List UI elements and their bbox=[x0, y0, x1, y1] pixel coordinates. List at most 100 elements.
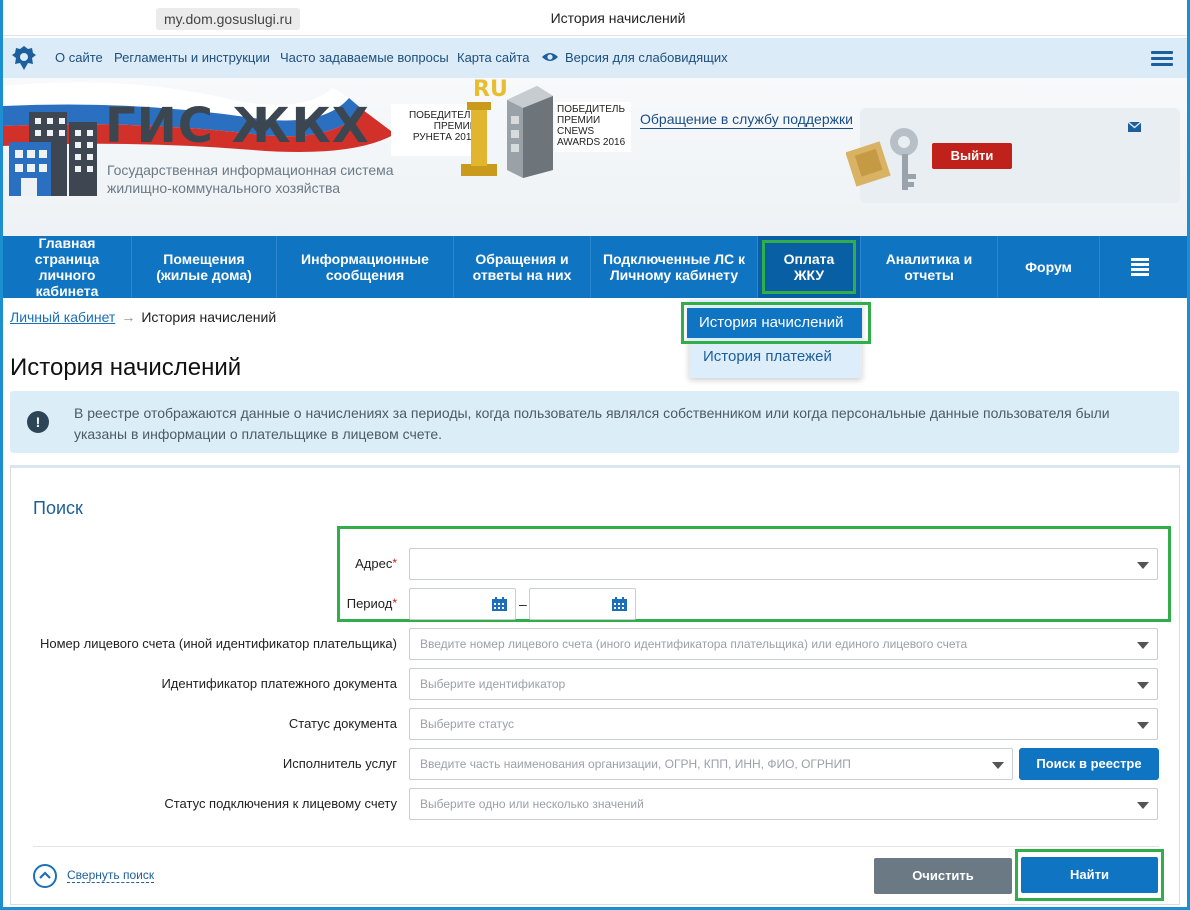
coat-of-arms-icon bbox=[12, 46, 36, 70]
breadcrumb-arrow: → bbox=[121, 309, 136, 325]
status-select[interactable]: Выберите статус bbox=[409, 708, 1158, 740]
window-title: История начислений bbox=[550, 10, 686, 26]
award-cnews-line: CNEWS bbox=[557, 126, 595, 137]
site-header: ГИС ЖКХ Государственная информационная с… bbox=[3, 78, 1187, 236]
support-link[interactable]: Обращение в службу поддержки bbox=[640, 111, 853, 129]
nav-item-forum[interactable]: Форум bbox=[998, 236, 1100, 298]
address-label: Адрес* bbox=[355, 556, 397, 571]
account-placeholder: Введите номер лицевого счета (иного иден… bbox=[420, 637, 968, 651]
docid-select[interactable]: Выберите идентификатор bbox=[409, 668, 1158, 700]
connection-select[interactable]: Выберите одно или несколько значений bbox=[409, 788, 1158, 820]
period-label-text: Период bbox=[346, 596, 393, 611]
cnews-award-icon bbox=[507, 86, 553, 178]
alert-text: В реестре отображаются данные о начислен… bbox=[74, 405, 1110, 442]
top-info-bar: О сайте Регламенты и инструкции Часто за… bbox=[3, 38, 1187, 78]
topbar-link-about[interactable]: О сайте bbox=[55, 50, 103, 65]
nav-item-home[interactable]: Главная страница личного кабинета bbox=[3, 235, 132, 299]
required-mark: * bbox=[392, 596, 397, 610]
menu-item-charges-history[interactable]: История начислений bbox=[687, 308, 862, 338]
chevron-up-icon[interactable] bbox=[33, 864, 57, 888]
nav-item-messages[interactable]: Информационные сообщения bbox=[277, 236, 454, 298]
search-panel: Поиск Адрес* Период* – Номер лицевого сч… bbox=[10, 465, 1180, 905]
provider-placeholder: Введите часть наименования организации, … bbox=[420, 757, 851, 771]
nav-item-label: Обращения и ответы на них bbox=[472, 251, 572, 283]
chevron-down-icon bbox=[1137, 802, 1149, 809]
provider-select[interactable]: Введите часть наименования организации, … bbox=[409, 748, 1013, 780]
nav-item-label: Аналитика и отчеты bbox=[885, 251, 973, 283]
main-nav: Главная страница личного кабинета Помеще… bbox=[3, 235, 1187, 299]
topbar-link-accessibility[interactable]: Версия для слабовидящих bbox=[565, 50, 728, 65]
browser-bar: my.dom.gosuslugi.ru История начислений bbox=[0, 0, 1190, 36]
status-placeholder: Выберите статус bbox=[420, 717, 515, 731]
logo-subtitle-line1: Государственная информационная система bbox=[107, 162, 394, 178]
chevron-down-icon bbox=[1137, 562, 1149, 569]
docid-label: Идентификатор платежного документа bbox=[161, 676, 397, 691]
page-title: История начислений bbox=[10, 354, 242, 381]
award-cnews-line: ПОБЕДИТЕЛЬ bbox=[557, 104, 626, 115]
calendar-icon[interactable] bbox=[612, 597, 627, 611]
topbar-link-faq[interactable]: Часто задаваемые вопросы bbox=[280, 50, 449, 65]
find-button[interactable]: Найти bbox=[1021, 857, 1158, 893]
chevron-down-icon bbox=[1137, 722, 1149, 729]
nav-item-label: Оплата ЖКУ bbox=[762, 240, 856, 294]
period-from-input[interactable] bbox=[409, 588, 516, 620]
registry-search-button[interactable]: Поиск в реестре bbox=[1019, 748, 1159, 780]
nav-item-label: Подключенные ЛС к Личному кабинету bbox=[602, 251, 746, 283]
highlight-box: Найти bbox=[1015, 849, 1164, 901]
divider bbox=[33, 846, 1159, 847]
nav-item-label: Главная страница личного кабинета bbox=[34, 235, 100, 299]
nav-item-label: Информационные сообщения bbox=[301, 251, 429, 283]
info-alert: ! В реестре отображаются данные о начисл… bbox=[10, 391, 1179, 453]
topbar-link-sitemap[interactable]: Карта сайта bbox=[457, 50, 529, 65]
address-select[interactable] bbox=[409, 548, 1158, 580]
clear-button[interactable]: Очистить bbox=[874, 858, 1012, 894]
breadcrumb: Личный кабинет → История начислений bbox=[10, 309, 276, 325]
payment-dropdown-menu: История начислений История платежей bbox=[681, 300, 871, 378]
logo-title: ГИС ЖКХ bbox=[105, 98, 370, 154]
nav-more-icon[interactable] bbox=[1100, 236, 1180, 298]
nav-item-connected-accounts[interactable]: Подключенные ЛС к Личному кабинету bbox=[591, 236, 758, 298]
nav-item-label: Форум bbox=[1025, 259, 1072, 275]
docid-placeholder: Выберите идентификатор bbox=[420, 677, 566, 691]
nav-item-premises[interactable]: Помещения (жилые дома) bbox=[132, 236, 277, 298]
period-to-input[interactable] bbox=[529, 588, 636, 620]
status-label: Статус документа bbox=[288, 716, 397, 731]
menu-icon[interactable] bbox=[1151, 51, 1173, 67]
logout-button[interactable]: Выйти bbox=[932, 143, 1012, 169]
chevron-down-icon bbox=[1137, 682, 1149, 689]
award-cnews-line: AWARDS 2016 bbox=[557, 137, 626, 148]
account-label: Номер лицевого счета (иной идентификатор… bbox=[40, 636, 397, 651]
logo-subtitle-line2: жилищно-коммунального хозяйства bbox=[107, 180, 341, 196]
period-label: Период* bbox=[347, 596, 397, 611]
required-mark: * bbox=[392, 556, 397, 570]
highlight-box: История начислений bbox=[681, 302, 871, 344]
menu-item-payments-history[interactable]: История платежей bbox=[703, 348, 832, 365]
topbar-link-regulations[interactable]: Регламенты и инструкции bbox=[114, 50, 270, 65]
account-select[interactable]: Введите номер лицевого счета (иного иден… bbox=[409, 628, 1158, 660]
trophy-icon: RU bbox=[461, 78, 508, 176]
award-cnews: ПОБЕДИТЕЛЬ ПРЕМИИ CNEWS AWARDS 2016 bbox=[555, 102, 631, 152]
connection-placeholder: Выберите одно или несколько значений bbox=[420, 797, 644, 811]
eye-icon bbox=[542, 53, 558, 61]
mail-icon[interactable] bbox=[1128, 122, 1141, 132]
chevron-down-icon bbox=[992, 762, 1004, 769]
provider-label: Исполнитель услуг bbox=[282, 756, 397, 771]
search-title: Поиск bbox=[33, 498, 83, 518]
nav-item-payment[interactable]: Оплата ЖКУ bbox=[758, 236, 861, 298]
collapse-search-label[interactable]: Свернуть поиск bbox=[67, 868, 155, 883]
nav-item-appeals[interactable]: Обращения и ответы на них bbox=[454, 236, 591, 298]
award-cnews-line: ПРЕМИИ bbox=[557, 115, 601, 126]
address-label-text: Адрес bbox=[355, 556, 393, 571]
breadcrumb-link-cabinet[interactable]: Личный кабинет bbox=[10, 309, 115, 325]
user-panel: Выйти bbox=[846, 108, 1180, 203]
calendar-icon[interactable] bbox=[492, 597, 507, 611]
keys-icon bbox=[846, 128, 918, 190]
connection-label: Статус подключения к лицевому счету bbox=[164, 796, 397, 811]
exclamation-icon: ! bbox=[27, 411, 49, 433]
period-dash: – bbox=[519, 596, 527, 612]
nav-item-analytics[interactable]: Аналитика и отчеты bbox=[861, 236, 998, 298]
breadcrumb-current: История начислений bbox=[141, 309, 277, 325]
nav-item-label: Помещения (жилые дома) bbox=[156, 251, 252, 283]
building-logo-icon bbox=[9, 112, 97, 196]
chevron-down-icon bbox=[1137, 642, 1149, 649]
